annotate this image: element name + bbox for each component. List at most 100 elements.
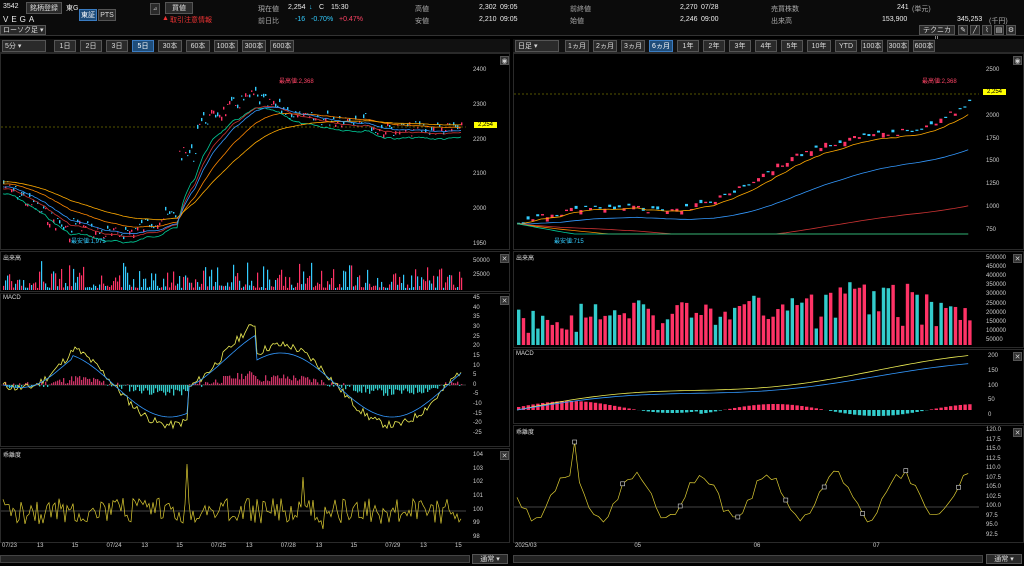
- macd-histogram-bar: [255, 376, 257, 385]
- axis-tick: 100.0: [986, 503, 1002, 510]
- settings-icon[interactable]: ⚙: [1006, 25, 1016, 35]
- macd-histogram-bar: [800, 405, 804, 410]
- axis-tick: 2300: [473, 101, 487, 108]
- right-price-chart[interactable]: ◉ 最高値:2,368 最安値:715 25002250200017501500…: [513, 53, 1024, 250]
- candle: [323, 119, 325, 121]
- left-mode-select[interactable]: 通常 ▾: [472, 554, 508, 564]
- volume-bar: [201, 283, 203, 290]
- macd-histogram-bar: [177, 385, 179, 391]
- pen-icon[interactable]: ✎: [958, 25, 968, 35]
- macd-histogram-bar: [219, 383, 221, 385]
- candle: [718, 195, 722, 198]
- range-button[interactable]: 2年: [703, 40, 725, 52]
- volume-bar: [381, 281, 383, 290]
- axis-tick: 30: [473, 323, 480, 330]
- axis-tick: 200000: [986, 309, 1007, 316]
- tab-pts[interactable]: PTS: [98, 9, 116, 21]
- warning-label[interactable]: 取引注意情報: [170, 15, 212, 25]
- camera-icon[interactable]: ◉: [500, 56, 509, 65]
- volume-bar: [437, 276, 439, 290]
- draw-icon[interactable]: ⌇: [982, 25, 992, 35]
- candle: [637, 205, 640, 208]
- range-button[interactable]: 3年: [729, 40, 751, 52]
- macd-histogram-bar: [107, 385, 109, 386]
- left-scrollbar[interactable]: [0, 555, 470, 563]
- range-button[interactable]: 600本: [270, 40, 294, 52]
- macd-histogram-bar: [303, 376, 305, 385]
- price-mark-button[interactable]: ⊿: [150, 3, 160, 15]
- left-macd-chart[interactable]: MACD ✕ 45 40 35 30 25 20 15 10 5 0 -5 -10 -15 -20 -25: [0, 293, 510, 447]
- print-icon[interactable]: ▤: [994, 25, 1004, 35]
- range-button[interactable]: 300本: [242, 40, 266, 52]
- candle: [195, 153, 197, 155]
- range-button[interactable]: 2ヵ月: [593, 40, 617, 52]
- range-button[interactable]: 4年: [755, 40, 777, 52]
- chart-type-select[interactable]: ローソク足 ▾: [0, 25, 46, 35]
- range-button[interactable]: 300本: [887, 40, 909, 52]
- range-button[interactable]: 1年: [677, 40, 699, 52]
- macd-histogram-bar: [608, 404, 612, 410]
- volume-bar: [59, 278, 61, 290]
- right-deviation-chart[interactable]: 乖離度 ✕ 120.0 117.5 115.0 112.5 110.0 107.5 105.…: [513, 425, 1024, 543]
- range-button[interactable]: 1日: [54, 40, 76, 52]
- left-deviation-chart[interactable]: 乖離度 ✕ 104 103 102 101 100 99 98: [0, 448, 510, 543]
- range-button[interactable]: 1ヵ月: [565, 40, 589, 52]
- volume-bar: [183, 276, 185, 290]
- line-icon[interactable]: ╱: [970, 25, 980, 35]
- range-button[interactable]: YTD: [835, 40, 857, 52]
- volume-bar: [277, 278, 279, 290]
- candle: [389, 124, 391, 128]
- axis-tick: 1250: [986, 181, 1000, 188]
- axis-tick: 102: [473, 479, 484, 486]
- axis-tick: 2000: [473, 206, 487, 213]
- prev-close-label: 前終値: [570, 6, 591, 13]
- left-volume-chart[interactable]: 出来高 ✕ 50000 25000: [0, 251, 510, 292]
- candle: [101, 230, 103, 232]
- right-mode-select[interactable]: 通常 ▾: [986, 554, 1022, 564]
- volume-bar: [71, 286, 73, 290]
- register-button[interactable]: 銘柄登録: [26, 2, 62, 14]
- volume-bar: [163, 278, 165, 290]
- range-button[interactable]: 3ヵ月: [621, 40, 645, 52]
- left-price-chart[interactable]: ◉ 最高値:2,368 最安値:1,975 2400 2300 2200 2100 20…: [0, 53, 510, 250]
- volume-bar: [589, 316, 593, 345]
- range-button[interactable]: 6ヵ月: [649, 40, 673, 52]
- range-button[interactable]: 5日: [132, 40, 154, 52]
- macd-histogram-bar: [71, 376, 73, 385]
- volume-bar: [872, 291, 876, 345]
- left-mode-value: 通常: [480, 556, 495, 563]
- volume-bar: [91, 287, 93, 290]
- range-button[interactable]: 3日: [106, 40, 128, 52]
- volume-bar: [287, 287, 289, 290]
- candle: [253, 93, 255, 96]
- volume-bar: [723, 311, 727, 345]
- left-date-axis: 07/23 13 15 07/24 13 15 07/25 13 07/28 13 15 07/29 1…: [0, 543, 510, 553]
- macd-histogram-bar: [939, 407, 943, 410]
- candle: [771, 171, 775, 176]
- macd-histogram-bar: [968, 404, 972, 410]
- range-button[interactable]: 100本: [214, 40, 238, 52]
- right-scrollbar[interactable]: [513, 555, 983, 563]
- date-tick: 06: [753, 543, 761, 549]
- right-volume-chart[interactable]: 出来高 ✕ 500000 450000 400000 350000 300000 2500…: [513, 251, 1024, 348]
- range-button[interactable]: 30本: [158, 40, 182, 52]
- volume-bar: [271, 286, 273, 290]
- range-button[interactable]: 60本: [186, 40, 210, 52]
- range-button[interactable]: 5年: [781, 40, 803, 52]
- range-button[interactable]: 600本: [913, 40, 935, 52]
- right-macd-chart[interactable]: MACD ✕ 200 150 100 50 0: [513, 349, 1024, 424]
- volume-bar: [776, 309, 780, 345]
- left-interval-select[interactable]: 5分 ▾: [2, 40, 46, 52]
- range-button[interactable]: 2日: [80, 40, 102, 52]
- technical-button[interactable]: テクニカル: [919, 25, 955, 43]
- volume-bar: [209, 276, 211, 290]
- buy-price-button[interactable]: 買値: [165, 2, 193, 14]
- range-button[interactable]: 100本: [861, 40, 883, 52]
- volume-bar: [389, 284, 391, 290]
- camera-icon[interactable]: ◉: [1013, 56, 1022, 65]
- macd-histogram-bar: [704, 410, 708, 414]
- range-button[interactable]: 10年: [807, 40, 831, 52]
- candle: [761, 173, 765, 178]
- right-interval-select[interactable]: 日足 ▾: [515, 40, 559, 52]
- tab-tse[interactable]: 東証: [79, 9, 97, 21]
